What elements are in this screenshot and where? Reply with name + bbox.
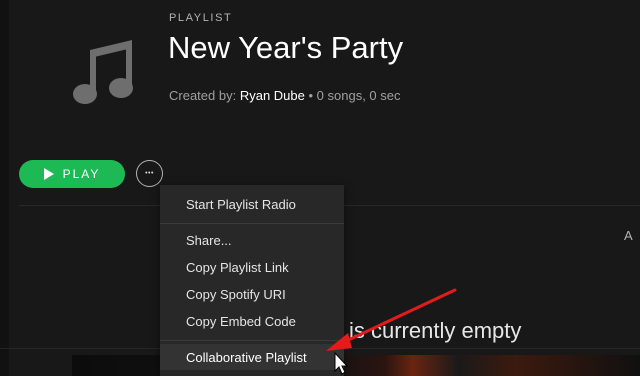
app-window: PLAYLIST New Year's Party Created by: Ry… [0,0,640,376]
promo-artwork [72,355,640,376]
playlist-stats: • 0 songs, 0 sec [308,88,401,103]
play-icon [43,168,54,180]
menu-item-copy-uri[interactable]: Copy Spotify URI [160,281,344,307]
menu-item-start-radio[interactable]: Start Playlist Radio [160,191,344,217]
play-button[interactable]: PLAY [19,160,125,188]
playlist-type-label: PLAYLIST [169,12,233,24]
page-title: New Year's Party [168,30,404,65]
menu-separator [160,223,344,224]
created-by-label: Created by: [169,88,237,103]
owner-link[interactable]: Ryan Dube [240,88,305,103]
empty-playlist-message: list is currently empty [316,318,522,343]
menu-item-collaborative[interactable]: Collaborative Playlist [160,344,344,370]
sidebar-edge [0,0,9,376]
menu-item-share[interactable]: Share... [160,227,344,253]
playlist-cover [31,0,171,145]
play-button-label: PLAY [62,167,101,181]
menu-item-copy-embed[interactable]: Copy Embed Code [160,308,344,334]
playlist-meta: Created by: Ryan Dube • 0 songs, 0 sec [169,88,401,103]
more-dots-icon: ••• [145,170,154,177]
column-header-cut: A [624,228,633,243]
music-note-icon [68,36,134,110]
menu-separator [160,340,344,341]
more-options-button[interactable]: ••• [136,160,163,187]
context-menu: Start Playlist Radio Share... Copy Playl… [160,185,344,376]
menu-item-copy-link[interactable]: Copy Playlist Link [160,254,344,280]
